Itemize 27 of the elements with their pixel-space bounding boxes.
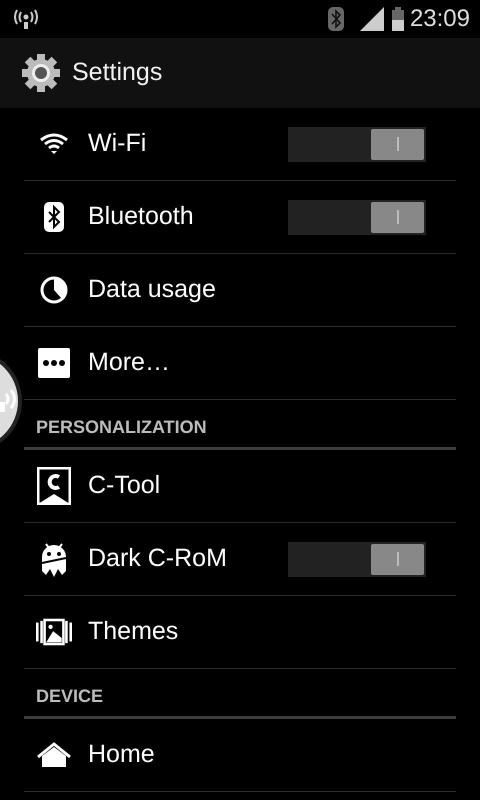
toggle-switch[interactable] <box>288 126 426 162</box>
settings-item[interactable]: Bluetooth <box>24 181 456 254</box>
settings-item[interactable]: More… <box>24 327 456 400</box>
settings-item[interactable]: Dark C-RoM <box>24 523 456 596</box>
settings-item[interactable]: C-Tool <box>24 450 456 523</box>
hotspot-icon <box>14 8 38 30</box>
settings-item[interactable]: Home <box>24 719 456 792</box>
bluetooth-icon <box>328 7 344 31</box>
battery-icon <box>392 7 404 31</box>
settings-item[interactable]: Themes <box>24 596 456 669</box>
more-icon <box>38 348 70 378</box>
app-title: Settings <box>72 57 162 88</box>
section-header: PERSONALIZATION <box>36 416 207 439</box>
picture-frame-icon <box>36 617 72 647</box>
toggle-switch[interactable] <box>288 200 426 234</box>
toggle-switch[interactable] <box>288 542 426 576</box>
section-header: DEVICE <box>36 685 104 708</box>
settings-icon <box>20 52 62 94</box>
bookmark-icon <box>37 467 71 505</box>
bluetooth-icon <box>44 202 64 232</box>
home-icon <box>36 741 72 769</box>
pie-chart-icon <box>40 276 68 304</box>
clock-text: 23:09 <box>410 7 470 31</box>
settings-item[interactable]: Data usage <box>24 254 456 327</box>
settings-item[interactable]: Wi-Fi <box>24 108 456 181</box>
wifi-icon <box>39 132 69 156</box>
signal-icon <box>360 7 384 31</box>
